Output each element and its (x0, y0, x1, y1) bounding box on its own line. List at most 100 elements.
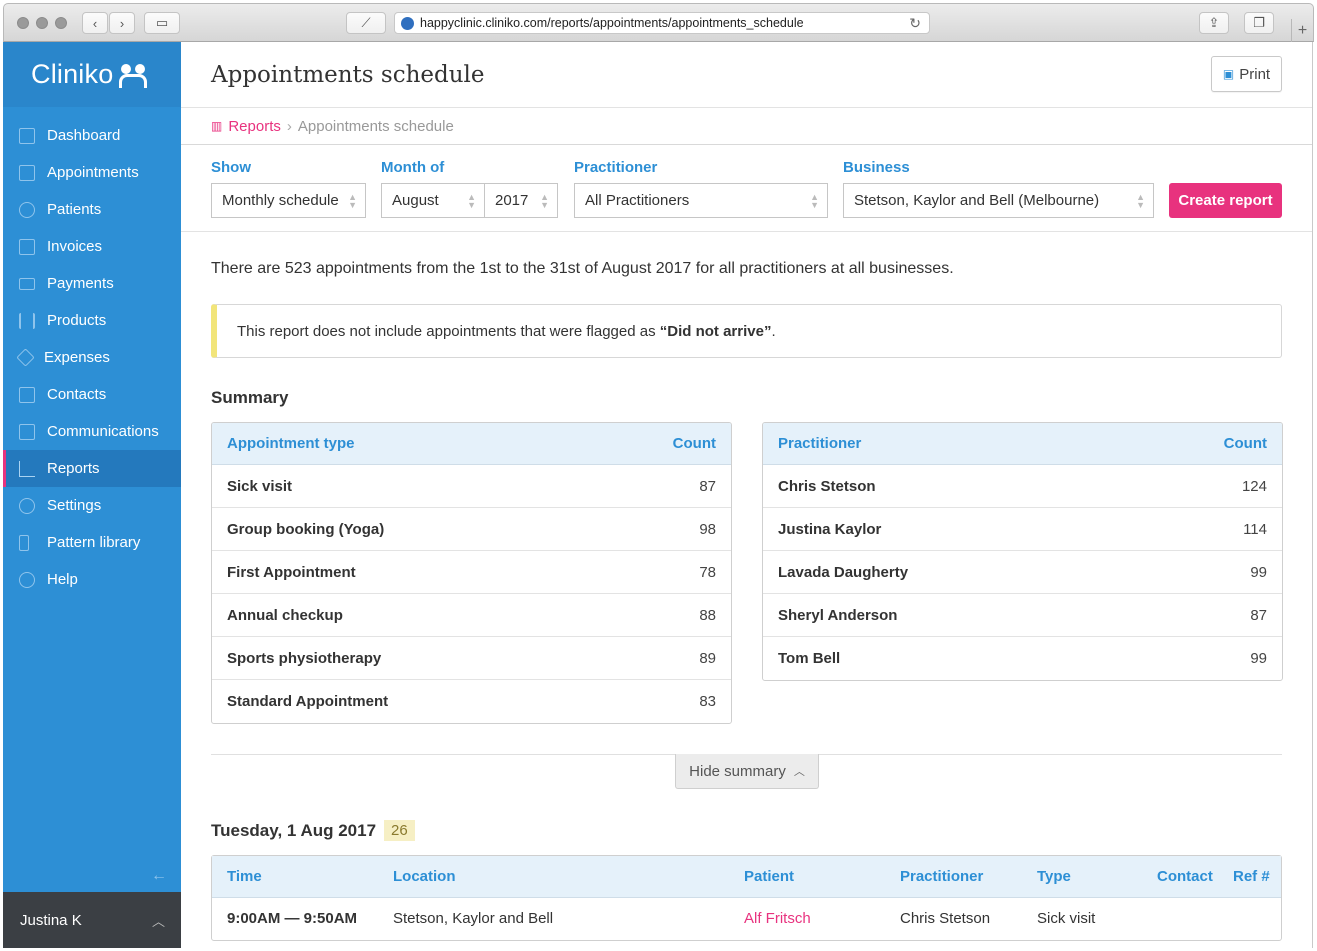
minimize-window-button[interactable] (36, 17, 48, 29)
table-row[interactable]: 9:00AM — 9:50AM Stetson, Kaylor and Bell… (212, 898, 1281, 940)
column-header-count[interactable]: Count (1224, 435, 1267, 452)
table-header: Time Location Patient Practitioner Type … (212, 856, 1281, 898)
print-button[interactable]: ▣ Print (1211, 56, 1282, 92)
column-header-count[interactable]: Count (673, 435, 716, 452)
zoom-window-button[interactable] (55, 17, 67, 29)
user-name: Justina K (20, 911, 82, 929)
brand-name: Cliniko (31, 59, 114, 89)
url-text: happyclinic.cliniko.com/reports/appointm… (420, 16, 804, 30)
sidebar-item-settings[interactable]: Settings (3, 487, 181, 524)
sidebar-toggle-button[interactable]: ▭ (144, 12, 180, 34)
table-row: Group booking (Yoga) 98 (212, 508, 731, 551)
print-label: Print (1239, 65, 1271, 83)
sidebar-item-communications[interactable]: Communications (3, 413, 181, 450)
patients-icon (19, 201, 35, 218)
cliniko-logo-icon (119, 62, 149, 88)
show-select[interactable]: Monthly schedule ▲ ▼ (211, 183, 366, 218)
sidebar-item-label: Reports (47, 460, 100, 477)
business-select[interactable]: Stetson, Kaylor and Bell (Melbourne) ▲ ▼ (843, 183, 1154, 218)
practitioner-label: Practitioner (574, 159, 658, 176)
user-menu[interactable]: Justina K ︿ (3, 892, 181, 948)
appointment-type-table: Appointment type Count Sick visit 87 Grou… (211, 422, 732, 724)
appointment-practitioner: Chris Stetson (900, 910, 991, 927)
day-count-badge: 26 (384, 820, 415, 841)
sidebar-item-products[interactable]: Products (3, 302, 181, 339)
show-value: Monthly schedule (222, 192, 339, 209)
page-header: Appointments schedule ▣ Print (181, 42, 1312, 108)
brand-logo[interactable]: Cliniko (3, 42, 181, 107)
table-row: Annual checkup 88 (212, 594, 731, 637)
select-arrows-icon: ▲ ▼ (540, 192, 549, 210)
table-row: Sheryl Anderson 87 (763, 594, 1282, 637)
column-header-ref[interactable]: Ref # (1233, 868, 1270, 885)
reload-icon[interactable]: ↻ (909, 15, 921, 32)
back-button[interactable]: ‹ (82, 12, 108, 34)
sidebar-item-label: Products (47, 312, 107, 329)
day-heading: Tuesday, 1 Aug 2017 26 (211, 820, 1282, 841)
patient-link[interactable]: Alf Fritsch (744, 910, 811, 927)
sidebar-item-help[interactable]: Help (3, 561, 181, 598)
column-header-location[interactable]: Location (393, 868, 456, 885)
sidebar-item-label: Contacts (47, 386, 107, 403)
table-row: Justina Kaylor 114 (763, 508, 1282, 551)
sidebar-nav: Dashboard Appointments Patients Invoices… (3, 107, 181, 598)
pattern-icon (19, 534, 29, 551)
month-select[interactable]: August ▲ ▼ (381, 183, 485, 218)
pin-button[interactable]: ⟋ (346, 12, 386, 34)
calendar-icon (19, 164, 35, 181)
chevron-right-icon: › (119, 15, 125, 31)
table-header: Appointment type Count (212, 423, 731, 465)
address-bar[interactable]: happyclinic.cliniko.com/reports/appointm… (394, 12, 930, 34)
chevron-left-icon: ‹ (92, 15, 98, 31)
column-header-practitioner[interactable]: Practitioner (778, 435, 861, 452)
column-header-practitioner[interactable]: Practitioner (900, 868, 983, 885)
table-header: Practitioner Count (763, 423, 1282, 465)
breadcrumb-reports-link[interactable]: Reports (228, 118, 281, 135)
collapse-sidebar-icon[interactable]: ← (151, 867, 167, 885)
new-tab-button[interactable]: + (1291, 19, 1313, 43)
main-content: Appointments schedule ▣ Print ▥ Reports … (181, 42, 1313, 948)
table-row: Chris Stetson 124 (763, 465, 1282, 508)
hide-summary-button[interactable]: Hide summary ︿ (675, 754, 819, 789)
column-header-contact[interactable]: Contact (1157, 868, 1213, 885)
show-label: Show (211, 159, 251, 176)
practitioner-select[interactable]: All Practitioners ▲ ▼ (574, 183, 828, 218)
sidebar-item-patients[interactable]: Patients (3, 191, 181, 228)
sidebar-item-contacts[interactable]: Contacts (3, 376, 181, 413)
sidebar: Cliniko Dashboard Appointments Patients … (3, 42, 181, 948)
sidebar-item-reports[interactable]: Reports (3, 450, 181, 487)
notice-text: This report does not include appointment… (237, 322, 776, 340)
breadcrumb-separator: › (286, 117, 292, 135)
share-icon: ⇪ (1208, 15, 1220, 30)
column-header-patient[interactable]: Patient (744, 868, 794, 885)
year-select[interactable]: 2017 ▲ ▼ (484, 183, 558, 218)
barcode-icon (19, 312, 35, 329)
sidebar-item-payments[interactable]: Payments (3, 265, 181, 302)
close-window-button[interactable] (17, 17, 29, 29)
month-label: Month of (381, 159, 445, 176)
column-header-time[interactable]: Time (227, 868, 262, 885)
forward-button[interactable]: › (109, 12, 135, 34)
chat-icon (19, 423, 35, 440)
column-header-type[interactable]: Type (1037, 868, 1071, 885)
contacts-icon (19, 386, 35, 403)
notice-banner: This report does not include appointment… (211, 304, 1282, 358)
sidebar-item-dashboard[interactable]: Dashboard (3, 117, 181, 154)
notice-flag: “Did not arrive” (659, 322, 772, 340)
tabs-button[interactable]: ❐ (1244, 12, 1274, 34)
practitioner-summary-table: Practitioner Count Chris Stetson 124 Just… (762, 422, 1283, 681)
sidebar-item-label: Dashboard (47, 127, 121, 144)
appointments-table: Time Location Patient Practitioner Type … (211, 855, 1282, 941)
column-header-appointment-type[interactable]: Appointment type (227, 435, 355, 452)
sidebar-item-label: Patients (47, 201, 102, 218)
table-row: Standard Appointment 83 (227, 693, 716, 710)
sidebar-item-pattern-library[interactable]: Pattern library (3, 524, 181, 561)
share-button[interactable]: ⇪ (1199, 12, 1229, 34)
create-report-button[interactable]: Create report (1169, 183, 1282, 218)
sidebar-item-label: Invoices (47, 238, 103, 255)
sidebar-item-expenses[interactable]: Expenses (3, 339, 181, 376)
sidebar-item-label: Pattern library (47, 534, 141, 551)
sidebar-item-invoices[interactable]: Invoices (3, 228, 181, 265)
sidebar-item-appointments[interactable]: Appointments (3, 154, 181, 191)
chart-icon: ▥ (211, 119, 223, 133)
